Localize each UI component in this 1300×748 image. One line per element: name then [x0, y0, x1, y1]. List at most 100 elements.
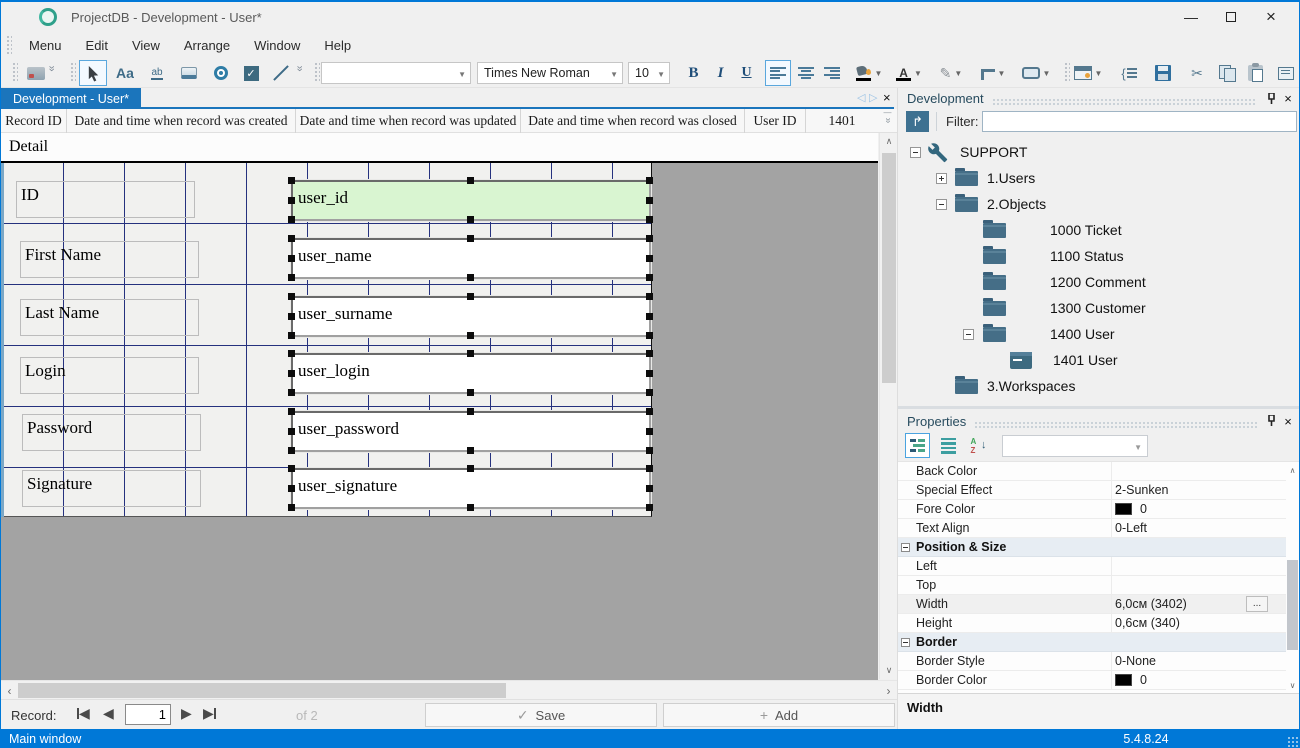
field-label-last-name[interactable]: Last Name	[20, 299, 199, 336]
selection-handle[interactable]	[288, 332, 295, 339]
scroll-up-icon[interactable]: ∧	[880, 133, 898, 150]
filter-input[interactable]	[982, 111, 1297, 132]
selection-handle[interactable]	[467, 332, 474, 339]
selection-handle[interactable]	[288, 235, 295, 242]
selection-handle[interactable]	[646, 255, 653, 262]
expand-icon[interactable]	[936, 173, 947, 184]
selection-handle[interactable]	[288, 465, 295, 472]
fill-color-button[interactable]: ▼	[851, 60, 887, 86]
selection-handle[interactable]	[646, 504, 653, 511]
property-row-back-color[interactable]: Back Color	[898, 462, 1286, 481]
selection-handle[interactable]	[288, 408, 295, 415]
selection-handle[interactable]	[288, 389, 295, 396]
field-user-password[interactable]: user_password	[291, 411, 651, 452]
tree-item-1401-user[interactable]: 1401 User	[898, 348, 1300, 374]
first-record-button[interactable]: ◀	[77, 705, 90, 722]
collapse-icon[interactable]	[910, 147, 921, 158]
tree-item-support[interactable]: SUPPORT	[898, 140, 1300, 166]
selection-handle[interactable]	[288, 293, 295, 300]
selection-handle[interactable]	[467, 274, 474, 281]
tree-item-1400-user[interactable]: 1400 User	[898, 322, 1300, 348]
menu-item-menu[interactable]: Menu	[17, 34, 74, 57]
selection-handle[interactable]	[646, 293, 653, 300]
band-overflow-chevron-icon[interactable]: —»	[878, 111, 897, 125]
selection-handle[interactable]	[288, 197, 295, 204]
band-column-updated[interactable]: Date and time when record was updated	[296, 109, 521, 133]
paste-button[interactable]	[1241, 60, 1269, 86]
selection-handle[interactable]	[467, 350, 474, 357]
select-tool-button[interactable]	[79, 60, 107, 86]
selection-handle[interactable]	[646, 447, 653, 454]
selection-handle[interactable]	[288, 177, 295, 184]
image-tool-button[interactable]	[23, 60, 49, 86]
selection-handle[interactable]	[288, 447, 295, 454]
minimize-button[interactable]: —	[1171, 2, 1211, 32]
field-user-signature[interactable]: user_signature	[291, 468, 651, 509]
tab-development-user[interactable]: Development - User*	[1, 88, 141, 109]
collapse-icon[interactable]	[936, 199, 947, 210]
toolbar-grip[interactable]	[314, 62, 320, 82]
vertical-scrollbar[interactable]: ∧ ∨	[879, 133, 897, 679]
collapse-icon[interactable]	[901, 543, 910, 552]
menu-item-arrange[interactable]: Arrange	[172, 34, 242, 57]
menu-item-edit[interactable]: Edit	[74, 34, 120, 57]
selection-handle[interactable]	[646, 350, 653, 357]
menu-item-window[interactable]: Window	[242, 34, 312, 57]
scroll-down-icon[interactable]: ∨	[1286, 681, 1299, 690]
selection-handle[interactable]	[646, 389, 653, 396]
form-designer-canvas[interactable]: ID First Name Last Name Login Password S…	[1, 163, 878, 680]
selection-handle[interactable]	[288, 504, 295, 511]
locate-object-button[interactable]: ↱	[906, 111, 929, 132]
save-button[interactable]	[1149, 60, 1177, 86]
tree-item-1200-comment[interactable]: 1200 Comment	[898, 270, 1300, 296]
outline-button[interactable]: {	[1115, 60, 1143, 86]
sort-az-button[interactable]: AZ↓	[966, 433, 991, 458]
tab-close-icon[interactable]: ×	[883, 90, 891, 105]
line-tool-button[interactable]	[267, 60, 295, 86]
field-label-id[interactable]: ID	[16, 181, 195, 218]
property-grid-scrollbar[interactable]: ∧ ∨	[1286, 462, 1299, 694]
underline-button[interactable]: U	[734, 60, 759, 86]
scroll-up-icon[interactable]: ∧	[1286, 466, 1299, 475]
selection-handle[interactable]	[288, 274, 295, 281]
selection-handle[interactable]	[646, 370, 653, 377]
label-tool-button[interactable]: Aa	[111, 60, 139, 86]
font-size-combo[interactable]: 10▼	[628, 62, 670, 84]
selection-handle[interactable]	[288, 350, 295, 357]
previous-record-button[interactable]: ◀	[103, 705, 114, 722]
horizontal-scrollbar[interactable]: ‹ ›	[1, 680, 897, 699]
selection-handle[interactable]	[646, 197, 653, 204]
property-row-width[interactable]: Width6,0см (3402)...	[898, 595, 1286, 614]
field-label-password[interactable]: Password	[22, 414, 201, 451]
property-row-special-effect[interactable]: Special Effect2-Sunken	[898, 481, 1286, 500]
radio-tool-button[interactable]	[207, 60, 235, 86]
textbox-tool-button[interactable]: ab	[143, 60, 171, 86]
band-column-user-id[interactable]: User ID	[745, 109, 806, 133]
field-user-login[interactable]: user_login	[291, 353, 651, 394]
property-row-top[interactable]: Top	[898, 576, 1286, 595]
next-record-button[interactable]: ▶	[181, 705, 192, 722]
selection-handle[interactable]	[288, 428, 295, 435]
field-label-first-name[interactable]: First Name	[20, 241, 199, 278]
selection-handle[interactable]	[288, 485, 295, 492]
band-column-closed[interactable]: Date and time when record was closed	[521, 109, 745, 133]
selection-handle[interactable]	[646, 216, 653, 223]
menu-item-view[interactable]: View	[120, 34, 172, 57]
selection-handle[interactable]	[646, 235, 653, 242]
tree-item-workspaces[interactable]: 3.Workspaces	[898, 374, 1300, 400]
field-user-surname[interactable]: user_surname	[291, 296, 651, 337]
button-tool-button[interactable]	[175, 60, 203, 86]
scroll-right-icon[interactable]: ›	[880, 681, 897, 700]
tree-item-objects[interactable]: 2.Objects	[898, 192, 1300, 218]
align-center-button[interactable]	[793, 60, 819, 86]
selection-handle[interactable]	[646, 465, 653, 472]
band-column-record-id[interactable]: Record ID	[1, 109, 67, 133]
comment-button[interactable]	[1273, 60, 1299, 86]
menu-item-help[interactable]: Help	[312, 34, 363, 57]
tree-item-1000-ticket[interactable]: 1000 Ticket	[898, 218, 1300, 244]
add-record-button[interactable]: + Add	[663, 703, 895, 727]
property-row-fore-color[interactable]: Fore Color0	[898, 500, 1286, 519]
collapse-icon[interactable]	[963, 329, 974, 340]
field-label-signature[interactable]: Signature	[22, 470, 201, 507]
ellipsis-button[interactable]: ...	[1246, 596, 1268, 612]
